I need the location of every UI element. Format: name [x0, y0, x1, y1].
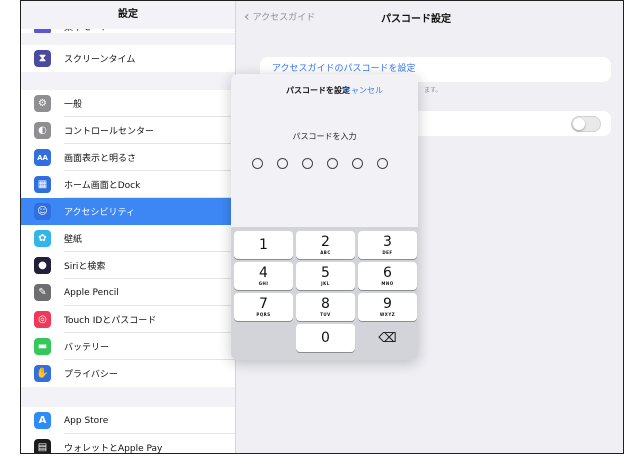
key-number: 0: [321, 330, 330, 346]
key-letters: GHI: [258, 281, 269, 286]
key-letters: TUV: [320, 312, 331, 317]
sidebar-group-1: ⧗ スクリーンタイム: [21, 45, 235, 72]
passcode-dot: [352, 158, 363, 169]
sidebar-item-label: ホーム画面とDock: [64, 181, 141, 191]
page-title: パスコード設定: [381, 14, 451, 25]
accessibility-icon: ☺: [34, 203, 51, 220]
key-letters: WXYZ: [379, 312, 396, 317]
sidebar-item-home-screen[interactable]: ▦ ホーム画面とDock: [21, 171, 235, 198]
sidebar-item-hourglass[interactable]: ⧗ スクリーンタイム: [21, 45, 235, 72]
passcode-dot: [377, 158, 388, 169]
key-letters: JKL: [321, 281, 330, 286]
sidebar-item-label: コントロールセンター: [64, 127, 155, 137]
passcode-dot: [252, 158, 263, 169]
sidebar-item-wallpaper[interactable]: ✿ 壁紙: [21, 225, 235, 252]
key-1[interactable]: 1: [234, 231, 293, 259]
wallet-icon: ▤: [34, 439, 51, 453]
back-label: アクセスガイド: [252, 13, 316, 23]
sidebar-item-label: 一般: [64, 100, 83, 110]
chevron-left-icon: ‹: [244, 8, 250, 25]
key-7[interactable]: 7 PQRS: [234, 293, 293, 321]
numeric-keypad: 1 2 ABC 3 DEF 4 GHI 5 JKL 6 MNO 7 PQRS 8 TUV 9 WXYZ 0 ⌫: [231, 227, 418, 360]
passcode-prompt: パスコードを入力: [292, 132, 357, 141]
ipad-screen: 設定 ☾ 集中モード ⧗スクリーンタイム ⚙一般◐コントロールセンターAA画面表…: [20, 0, 624, 454]
key-number: 4: [259, 265, 268, 281]
sidebar-item-label: 画面表示と明るさ: [64, 154, 137, 164]
cancel-button[interactable]: キャンセル: [343, 85, 383, 96]
sidebar-item-label: プライバシー: [64, 370, 118, 380]
sidebar-item-fingerprint[interactable]: ◎ Touch IDとパスコード: [21, 306, 235, 333]
key-letters: MNO: [381, 281, 394, 286]
home-screen-icon: ▦: [34, 176, 51, 193]
key-number: 2: [321, 234, 330, 250]
key-0[interactable]: 0: [296, 324, 355, 352]
backspace-icon: ⌫: [378, 330, 397, 346]
passcode-dots: [252, 158, 388, 169]
sidebar-item-battery[interactable]: ▬ バッテリー: [21, 333, 235, 360]
settings-sidebar: 設定 ☾ 集中モード ⧗スクリーンタイム ⚙一般◐コントロールセンターAA画面表…: [21, 1, 235, 453]
control-center-icon: ◐: [34, 122, 51, 139]
key-number: 8: [321, 296, 330, 312]
passcode-dot: [277, 158, 288, 169]
sidebar-item-siri[interactable]: ● Siriと検索: [21, 252, 235, 279]
app-store-icon: A: [34, 412, 51, 429]
wallpaper-icon: ✿: [34, 230, 51, 247]
key-6[interactable]: 6 MNO: [358, 262, 417, 290]
key-number: 1: [259, 237, 268, 253]
key-letters: PQRS: [256, 312, 271, 317]
back-button[interactable]: ‹ アクセスガイド: [244, 8, 316, 25]
sidebar-item-wallet[interactable]: ▤ ウォレットとApple Pay: [21, 434, 235, 454]
sidebar-item-label: Touch IDとパスコード: [64, 316, 157, 326]
sidebar-group-3: A App Store ▤ ウォレットとApple Pay: [21, 407, 235, 454]
key-number: 5: [321, 265, 330, 281]
sidebar-item-label: 壁紙: [64, 235, 83, 245]
key-letters: ABC: [320, 250, 331, 255]
sidebar-title: 設定: [21, 1, 235, 29]
sidebar-item-label: スクリーンタイム: [64, 55, 136, 65]
key-4[interactable]: 4 GHI: [234, 262, 293, 290]
sidebar-item-accessibility[interactable]: ☺ アクセシビリティ: [21, 198, 235, 225]
key-3[interactable]: 3 DEF: [358, 231, 417, 259]
key-number: 6: [383, 265, 392, 281]
battery-icon: ▬: [34, 338, 51, 355]
sidebar-item-control-center[interactable]: ◐ コントロールセンター: [21, 117, 235, 144]
key-blank: [234, 324, 293, 352]
key-2[interactable]: 2 ABC: [296, 231, 355, 259]
sidebar-item-hand[interactable]: ✋ プライバシー: [21, 360, 235, 387]
sidebar-item-label: Apple Pencil: [64, 287, 119, 298]
sidebar-item-pencil[interactable]: ✎ Apple Pencil: [21, 279, 235, 306]
key-letters: DEF: [382, 250, 393, 255]
key-number: 9: [383, 296, 392, 312]
sidebar-item-app-store[interactable]: A App Store: [21, 407, 235, 434]
key-number: 7: [259, 296, 268, 312]
sidebar-group-2: ⚙ 一般 ◐ コントロールセンター AA 画面表示と明るさ ▦ ホーム画面とDock ☺ アクセシ…: [21, 90, 235, 387]
passcode-dot: [302, 158, 313, 169]
key-9[interactable]: 9 WXYZ: [358, 293, 417, 321]
sidebar-item-label: App Store: [64, 415, 109, 426]
footer-note: ます。: [424, 87, 442, 94]
gear-icon: ⚙: [34, 95, 51, 112]
display-brightness-icon: AA: [34, 149, 51, 166]
sidebar-item-label: Siriと検索: [64, 262, 106, 272]
sidebar-item-label: バッテリー: [64, 343, 110, 353]
fingerprint-icon: ◎: [34, 311, 51, 328]
siri-icon: ●: [34, 257, 51, 274]
sidebar-item-display-brightness[interactable]: AA 画面表示と明るさ: [21, 144, 235, 171]
key-5[interactable]: 5 JKL: [296, 262, 355, 290]
toggle-knob: [573, 118, 585, 130]
passcode-dot: [327, 158, 338, 169]
sidebar-item-label: アクセシビリティ: [64, 208, 136, 218]
key-8[interactable]: 8 TUV: [296, 293, 355, 321]
popover-title: パスコードを設定: [286, 86, 350, 95]
passcode-popover: パスコードを設定 キャンセル パスコードを入力 1 2 ABC 3 DEF 4 GHI 5 JK…: [231, 74, 418, 360]
pencil-icon: ✎: [34, 284, 51, 301]
sidebar-item-label: ウォレットとApple Pay: [64, 444, 163, 454]
delete-key[interactable]: ⌫: [358, 324, 417, 352]
key-number: 3: [383, 234, 392, 250]
hourglass-icon: ⧗: [34, 50, 51, 67]
hand-icon: ✋: [34, 365, 51, 382]
sidebar-item-gear[interactable]: ⚙ 一般: [21, 90, 235, 117]
toggle-switch[interactable]: [571, 116, 601, 132]
